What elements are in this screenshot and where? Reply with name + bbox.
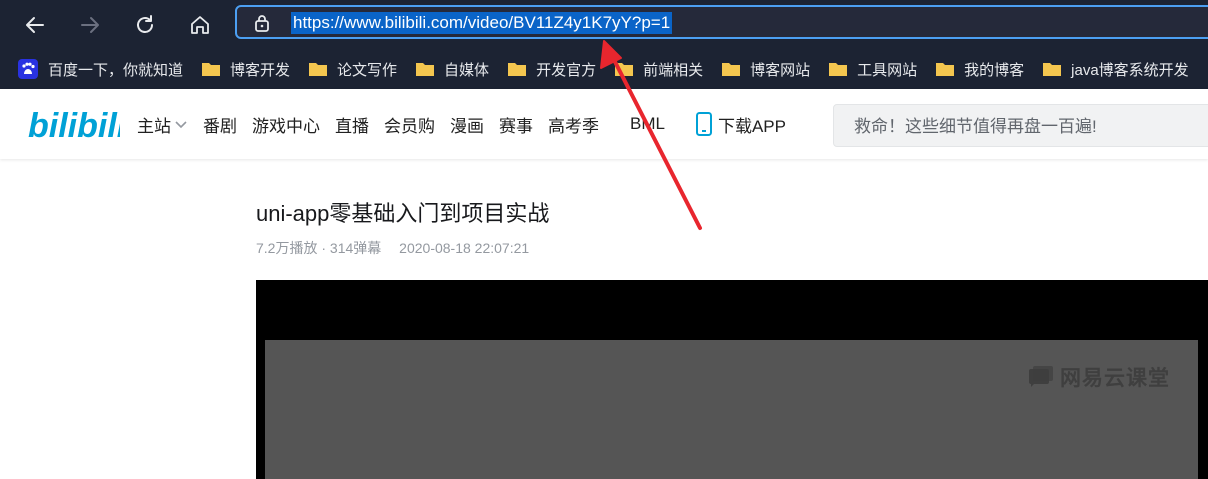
bookmark-folder[interactable]: 论文写作 [300, 54, 407, 84]
video-player[interactable]: 网易云课堂 [256, 280, 1208, 479]
bookmark-label: 开发官方 [536, 61, 597, 79]
bookmark-label: 论文写作 [337, 61, 398, 79]
download-app-link[interactable]: 下载APP [695, 112, 786, 137]
bookmark-label: java博客系统开发 [1071, 61, 1189, 79]
url-text[interactable]: https://www.bilibili.com/video/BV11Z4y1K… [291, 12, 673, 34]
home-icon [191, 16, 209, 34]
forward-button[interactable] [73, 8, 107, 42]
bili-header: bilibili 主站 番剧 游戏中心 直播 会员购 漫画 赛事 高考季 BML… [0, 89, 1208, 159]
search-box[interactable] [833, 104, 1208, 148]
nav-label: 主站 [137, 116, 171, 136]
bilibili-logo[interactable]: bilibili [28, 103, 128, 150]
folder-icon [416, 63, 435, 76]
bookmark-folder[interactable]: 我的博客 [927, 54, 1034, 84]
folder-icon [936, 63, 955, 76]
bookmark-folder[interactable]: 博客开发 [193, 54, 300, 84]
bookmark-label: 前端相关 [643, 61, 704, 79]
bookmark-label: 工具网站 [857, 61, 918, 79]
bookmark-folder[interactable]: 前端相关 [606, 54, 713, 84]
browser-toolbar: https://www.bilibili.com/video/BV11Z4y1K… [0, 0, 1208, 49]
bookmarks-bar: 百度一下，你就知道 博客开发 论文写作 自媒体 开发官方 前端相关 博客网站 工… [0, 49, 1208, 89]
refresh-icon [137, 15, 153, 33]
bookmark-baidu[interactable]: 百度一下，你就知道 [0, 54, 193, 84]
download-app-label: 下载APP [717, 116, 786, 136]
play-count: 7.2万播放 [256, 240, 318, 256]
danmaku-count: 314弹幕 [329, 240, 382, 256]
bookmark-label: 我的博客 [964, 61, 1025, 79]
bilibili-logo-icon: bilibili [28, 107, 128, 145]
video-frame[interactable]: 网易云课堂 [265, 340, 1198, 479]
bookmark-label: 百度一下，你就知道 [48, 61, 184, 79]
folder-icon [615, 63, 634, 76]
bookmark-folder[interactable]: 博客网站 [713, 54, 820, 84]
arrow-right-icon [81, 17, 99, 33]
refresh-button[interactable] [128, 8, 162, 42]
phone-icon [695, 112, 712, 136]
nav-item-game-center[interactable]: 游戏中心 [252, 112, 320, 137]
nav-item-bangumi[interactable]: 番剧 [203, 112, 237, 137]
folder-icon [202, 63, 221, 76]
watermark: 网易云课堂 [1028, 362, 1170, 392]
bookmark-label: 自媒体 [444, 61, 490, 79]
netease-cloud-class-icon [1029, 366, 1053, 387]
logo-text: bilibili [28, 107, 120, 145]
folder-icon [309, 63, 328, 76]
video-title: uni-app零基础入门到项目实战 [256, 201, 550, 226]
folder-icon [508, 63, 527, 76]
arrow-left-icon [26, 17, 44, 33]
main-nav: 主站 番剧 游戏中心 直播 会员购 漫画 赛事 高考季 BML 下载APP [137, 89, 801, 159]
baidu-icon [18, 59, 38, 79]
folder-icon [1043, 63, 1062, 76]
nav-item-manga[interactable]: 漫画 [450, 112, 484, 137]
chevron-down-icon [175, 121, 187, 129]
nav-item-match[interactable]: 赛事 [499, 112, 533, 137]
bookmark-folder[interactable]: 开发官方 [499, 54, 606, 84]
bookmark-label: 博客网站 [750, 61, 811, 79]
meta-separator: · [321, 240, 327, 256]
folder-icon [829, 63, 848, 76]
bookmark-label: 博客开发 [230, 61, 291, 79]
back-button[interactable] [18, 8, 52, 42]
nav-item-bml[interactable]: BML [630, 114, 665, 134]
nav-item-live[interactable]: 直播 [335, 112, 369, 137]
nav-item-gaokao[interactable]: 高考季 [548, 112, 599, 137]
watermark-text: 网易云课堂 [1060, 367, 1170, 390]
nav-item-main[interactable]: 主站 [137, 112, 188, 137]
bookmark-folder[interactable]: java博客系统开发 [1034, 54, 1199, 84]
bookmark-folder[interactable]: 自媒体 [407, 54, 499, 84]
publish-date: 2020-08-18 22:07:21 [399, 240, 530, 256]
nav-item-mall[interactable]: 会员购 [384, 112, 435, 137]
address-bar[interactable]: https://www.bilibili.com/video/BV11Z4y1K… [235, 5, 1208, 39]
video-meta: 7.2万播放 · 314弹幕 2020-08-18 22:07:21 [256, 238, 529, 258]
lock-icon[interactable] [253, 13, 271, 38]
home-button[interactable] [183, 8, 217, 42]
bookmark-folder[interactable]: 工具网站 [820, 54, 927, 84]
folder-icon [722, 63, 741, 76]
search-input[interactable] [834, 105, 1208, 148]
